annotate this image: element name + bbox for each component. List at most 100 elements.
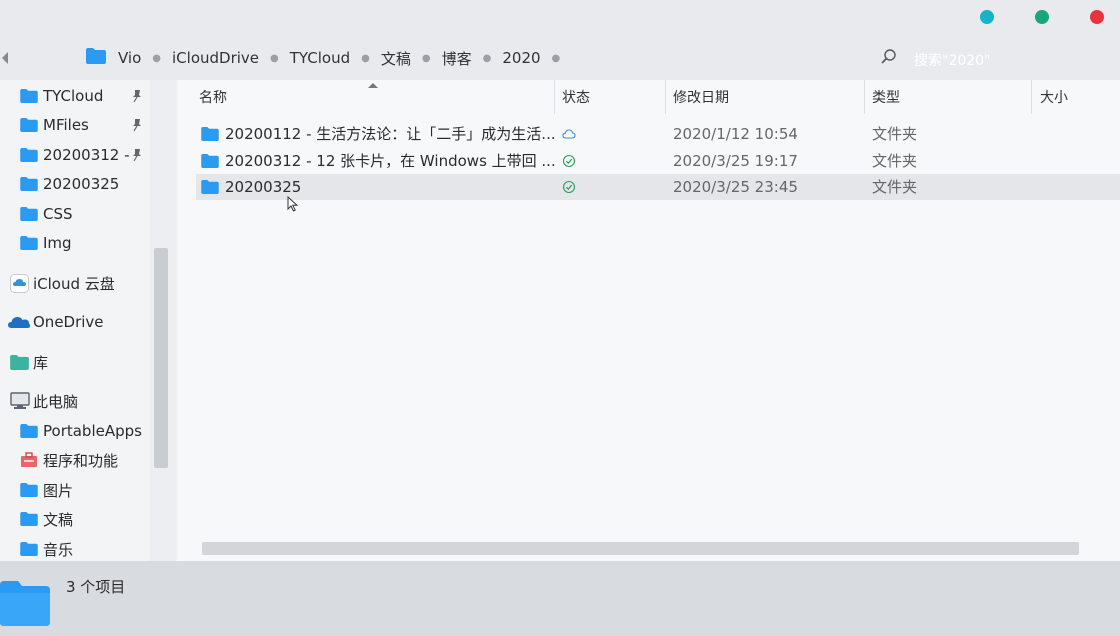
breadcrumb-item[interactable]: iCloudDrive: [172, 49, 259, 67]
programs-icon: [21, 452, 37, 467]
sidebar-scrollbar-thumb[interactable]: [154, 248, 168, 468]
sidebar-item-mfiles[interactable]: MFiles: [0, 111, 148, 139]
folder-icon: [20, 89, 38, 103]
sidebar-item-library[interactable]: 库: [0, 348, 148, 376]
sidebar-item-label: CSS: [43, 205, 73, 223]
library-icon: [10, 355, 29, 370]
column-divider[interactable]: [665, 80, 666, 114]
breadcrumb-item[interactable]: 文稿: [381, 48, 411, 69]
folder-icon: [20, 424, 38, 438]
sidebar-item-20200312[interactable]: 20200312 -: [0, 141, 148, 169]
breadcrumb-item[interactable]: 博客: [442, 48, 472, 69]
folder-icon: [20, 177, 38, 191]
modified-date: 2020/3/25 19:17: [673, 152, 798, 170]
column-divider[interactable]: [864, 80, 865, 114]
onedrive-icon: [8, 317, 30, 328]
column-header-status[interactable]: 状态: [562, 80, 590, 114]
sidebar-item-music[interactable]: 音乐: [0, 535, 148, 561]
status-bar: 3 个项目: [0, 561, 1120, 636]
sidebar-item-label: 20200312 -: [43, 146, 130, 164]
sidebar-item-programs[interactable]: 程序和功能: [0, 446, 148, 474]
sidebar-item-20200325[interactable]: 20200325: [0, 170, 148, 198]
column-divider[interactable]: [554, 80, 555, 114]
sidebar-item-icloud[interactable]: iCloud 云盘: [0, 269, 148, 297]
sidebar-item-label: 库: [33, 353, 49, 372]
sidebar-item-label: MFiles: [43, 116, 89, 134]
pin-icon[interactable]: [130, 89, 144, 103]
folder-icon: [20, 542, 38, 556]
sidebar-scrollbar[interactable]: [150, 80, 176, 561]
cloud-icon: [562, 129, 576, 139]
horizontal-scrollbar[interactable]: [202, 542, 1079, 555]
synced-check-icon: [562, 180, 576, 194]
sidebar-item-label: PortableApps: [43, 422, 142, 440]
navigation-pane: TYCloud MFiles 20200312 - 20200325 CSS I…: [0, 80, 148, 561]
back-arrow-icon[interactable]: [2, 52, 8, 64]
pin-icon[interactable]: [130, 148, 144, 162]
mouse-cursor-icon: [287, 196, 299, 212]
breadcrumb-separator: ●: [421, 52, 431, 64]
folder-icon: [20, 512, 38, 526]
folder-icon: [20, 207, 38, 221]
close-button[interactable]: [1090, 10, 1104, 24]
folder-icon: [201, 180, 219, 194]
search-icon[interactable]: [880, 48, 898, 66]
folder-icon: [20, 118, 38, 132]
sidebar-item-label: 文稿: [43, 510, 74, 529]
sidebar-item-portableapps[interactable]: PortableApps: [0, 417, 148, 445]
breadcrumb-separator: ●: [482, 52, 492, 64]
breadcrumb-separator: ●: [551, 52, 561, 64]
minimize-button[interactable]: [980, 10, 994, 24]
table-row[interactable]: 20200312 - 12 张卡片，在 Windows 上带回 ... 2020…: [196, 148, 1120, 174]
table-row[interactable]: 20200325 2020/3/25 23:45 文件夹: [196, 174, 1120, 200]
breadcrumb-separator: ●: [152, 52, 162, 64]
breadcrumb-item[interactable]: Vio: [118, 49, 141, 67]
sidebar-item-label: OneDrive: [33, 313, 104, 331]
search-input[interactable]: 搜索"2020": [914, 50, 991, 70]
folder-icon: [201, 127, 219, 141]
item-type: 文件夹: [872, 152, 918, 170]
item-count: 3 个项目: [66, 578, 126, 596]
column-header-name[interactable]: 名称: [199, 80, 227, 114]
folder-icon: [20, 148, 38, 162]
column-header-size[interactable]: 大小: [1040, 80, 1068, 114]
table-row[interactable]: 20200112 - 生活方法论：让「二手」成为生活... 2020/1/12 …: [196, 121, 1120, 147]
icloud-icon: [10, 274, 29, 293]
title-bar: [0, 0, 1120, 36]
breadcrumb-separator: ●: [361, 52, 370, 64]
maximize-button[interactable]: [1035, 10, 1049, 24]
breadcrumb-item[interactable]: TYCloud: [290, 49, 350, 67]
file-name: 20200312 - 12 张卡片，在 Windows 上带回 ...: [225, 152, 556, 170]
address-bar: Vio ● iCloudDrive ● TYCloud ● 文稿 ● 博客 ● …: [0, 36, 1120, 80]
sidebar-item-label: 20200325: [43, 175, 120, 193]
column-header-modified[interactable]: 修改日期: [673, 80, 729, 114]
folder-icon: [201, 154, 219, 168]
folder-icon: [86, 48, 106, 64]
sort-ascending-icon: [368, 83, 378, 88]
folder-icon: [20, 236, 38, 250]
sidebar-item-pictures[interactable]: 图片: [0, 476, 148, 504]
sidebar-item-onedrive[interactable]: OneDrive: [0, 308, 148, 336]
breadcrumb-separator: ●: [270, 52, 279, 64]
breadcrumb: Vio ● iCloudDrive ● TYCloud ● 文稿 ● 博客 ● …: [118, 48, 571, 68]
sidebar-item-label: Img: [43, 234, 72, 252]
synced-check-icon: [562, 154, 576, 168]
sidebar-item-this-pc[interactable]: 此电脑: [0, 387, 148, 415]
sidebar-item-img[interactable]: Img: [0, 229, 148, 257]
computer-icon: [10, 392, 30, 409]
sidebar-item-label: iCloud 云盘: [33, 274, 115, 293]
column-header-type[interactable]: 类型: [872, 80, 900, 114]
modified-date: 2020/1/12 10:54: [673, 125, 798, 143]
file-name: 20200325: [225, 178, 302, 196]
sidebar-item-label: TYCloud: [43, 87, 104, 105]
sidebar-item-label: 此电脑: [33, 392, 79, 411]
sidebar-item-css[interactable]: CSS: [0, 200, 148, 228]
file-list: 名称 状态 修改日期 类型 大小 20200112 - 生活方法论：让「二手」成…: [178, 80, 1120, 561]
sidebar-item-label: 图片: [43, 481, 74, 500]
breadcrumb-item[interactable]: 2020: [502, 49, 540, 67]
sidebar-item-documents[interactable]: 文稿: [0, 505, 148, 533]
column-divider[interactable]: [1031, 80, 1032, 114]
folder-icon: [0, 581, 50, 626]
sidebar-item-tycloud[interactable]: TYCloud: [0, 82, 148, 110]
pin-icon[interactable]: [130, 118, 144, 132]
